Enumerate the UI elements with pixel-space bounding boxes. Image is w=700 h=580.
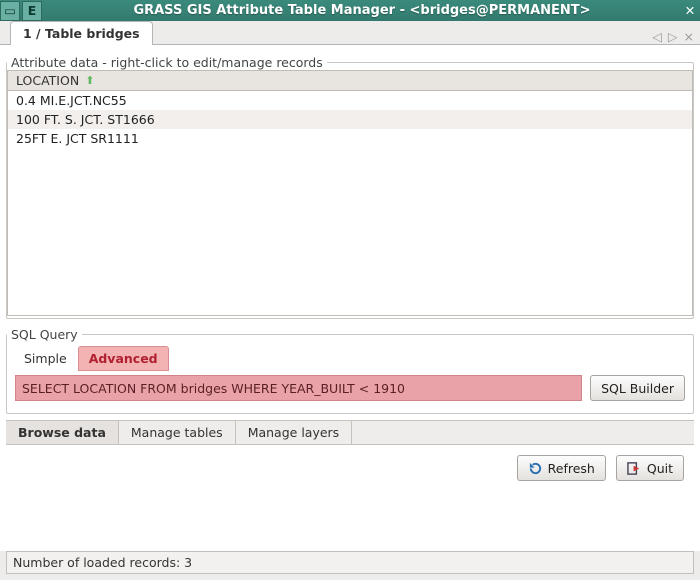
- tab-scroll-right-icon[interactable]: ▷: [668, 29, 678, 44]
- tab-manage-layers[interactable]: Manage layers: [236, 421, 353, 444]
- close-icon[interactable]: ✕: [680, 1, 700, 21]
- attribute-grid-legend: Attribute data - right-click to edit/man…: [7, 55, 327, 70]
- layer-tab-active[interactable]: 1 / Table bridges: [10, 21, 153, 45]
- tab-manage-tables[interactable]: Manage tables: [119, 421, 236, 444]
- attribute-grid-body[interactable]: 0.4 MI.E.JCT.NC55 100 FT. S. JCT. ST1666…: [7, 91, 693, 316]
- table-row[interactable]: 100 FT. S. JCT. ST1666: [8, 110, 692, 129]
- table-row[interactable]: 25FT E. JCT SR1111: [8, 129, 692, 148]
- tab-browse-data[interactable]: Browse data: [6, 421, 119, 444]
- main-tabbar: Browse data Manage tables Manage layers: [6, 420, 694, 445]
- sql-query-input[interactable]: [15, 375, 582, 401]
- refresh-label: Refresh: [548, 461, 595, 476]
- sql-query-legend: SQL Query: [7, 327, 82, 342]
- layer-tabbar: 1 / Table bridges ◁ ▷ ×: [0, 21, 700, 45]
- titlebar-maximize-icon[interactable]: E: [22, 1, 42, 21]
- status-text: Number of loaded records: 3: [13, 555, 192, 570]
- window-titlebar: ▭ E GRASS GIS Attribute Table Manager - …: [0, 0, 700, 21]
- refresh-button[interactable]: Refresh: [517, 455, 606, 481]
- titlebar-minimize-icon[interactable]: ▭: [0, 1, 20, 21]
- tab-scroll-left-icon[interactable]: ◁: [652, 29, 662, 44]
- attribute-grid-fieldset: Attribute data - right-click to edit/man…: [6, 55, 694, 319]
- quit-icon: [627, 461, 642, 476]
- window-title: GRASS GIS Attribute Table Manager - <bri…: [44, 3, 680, 18]
- sql-tab-simple[interactable]: Simple: [13, 346, 78, 371]
- column-header-location[interactable]: LOCATION ⬆: [7, 70, 693, 91]
- refresh-icon: [528, 461, 543, 476]
- sql-builder-button[interactable]: SQL Builder: [590, 375, 685, 401]
- quit-button[interactable]: Quit: [616, 455, 684, 481]
- sql-query-fieldset: SQL Query Simple Advanced SQL Builder: [6, 327, 694, 414]
- tab-close-icon[interactable]: ×: [684, 29, 694, 44]
- column-header-label: LOCATION: [16, 73, 79, 88]
- sql-builder-label: SQL Builder: [601, 381, 674, 396]
- quit-label: Quit: [647, 461, 673, 476]
- sql-tab-advanced[interactable]: Advanced: [78, 346, 169, 371]
- status-bar: Number of loaded records: 3: [6, 551, 694, 574]
- sort-ascending-icon: ⬆: [85, 74, 94, 87]
- table-row[interactable]: 0.4 MI.E.JCT.NC55: [8, 91, 692, 110]
